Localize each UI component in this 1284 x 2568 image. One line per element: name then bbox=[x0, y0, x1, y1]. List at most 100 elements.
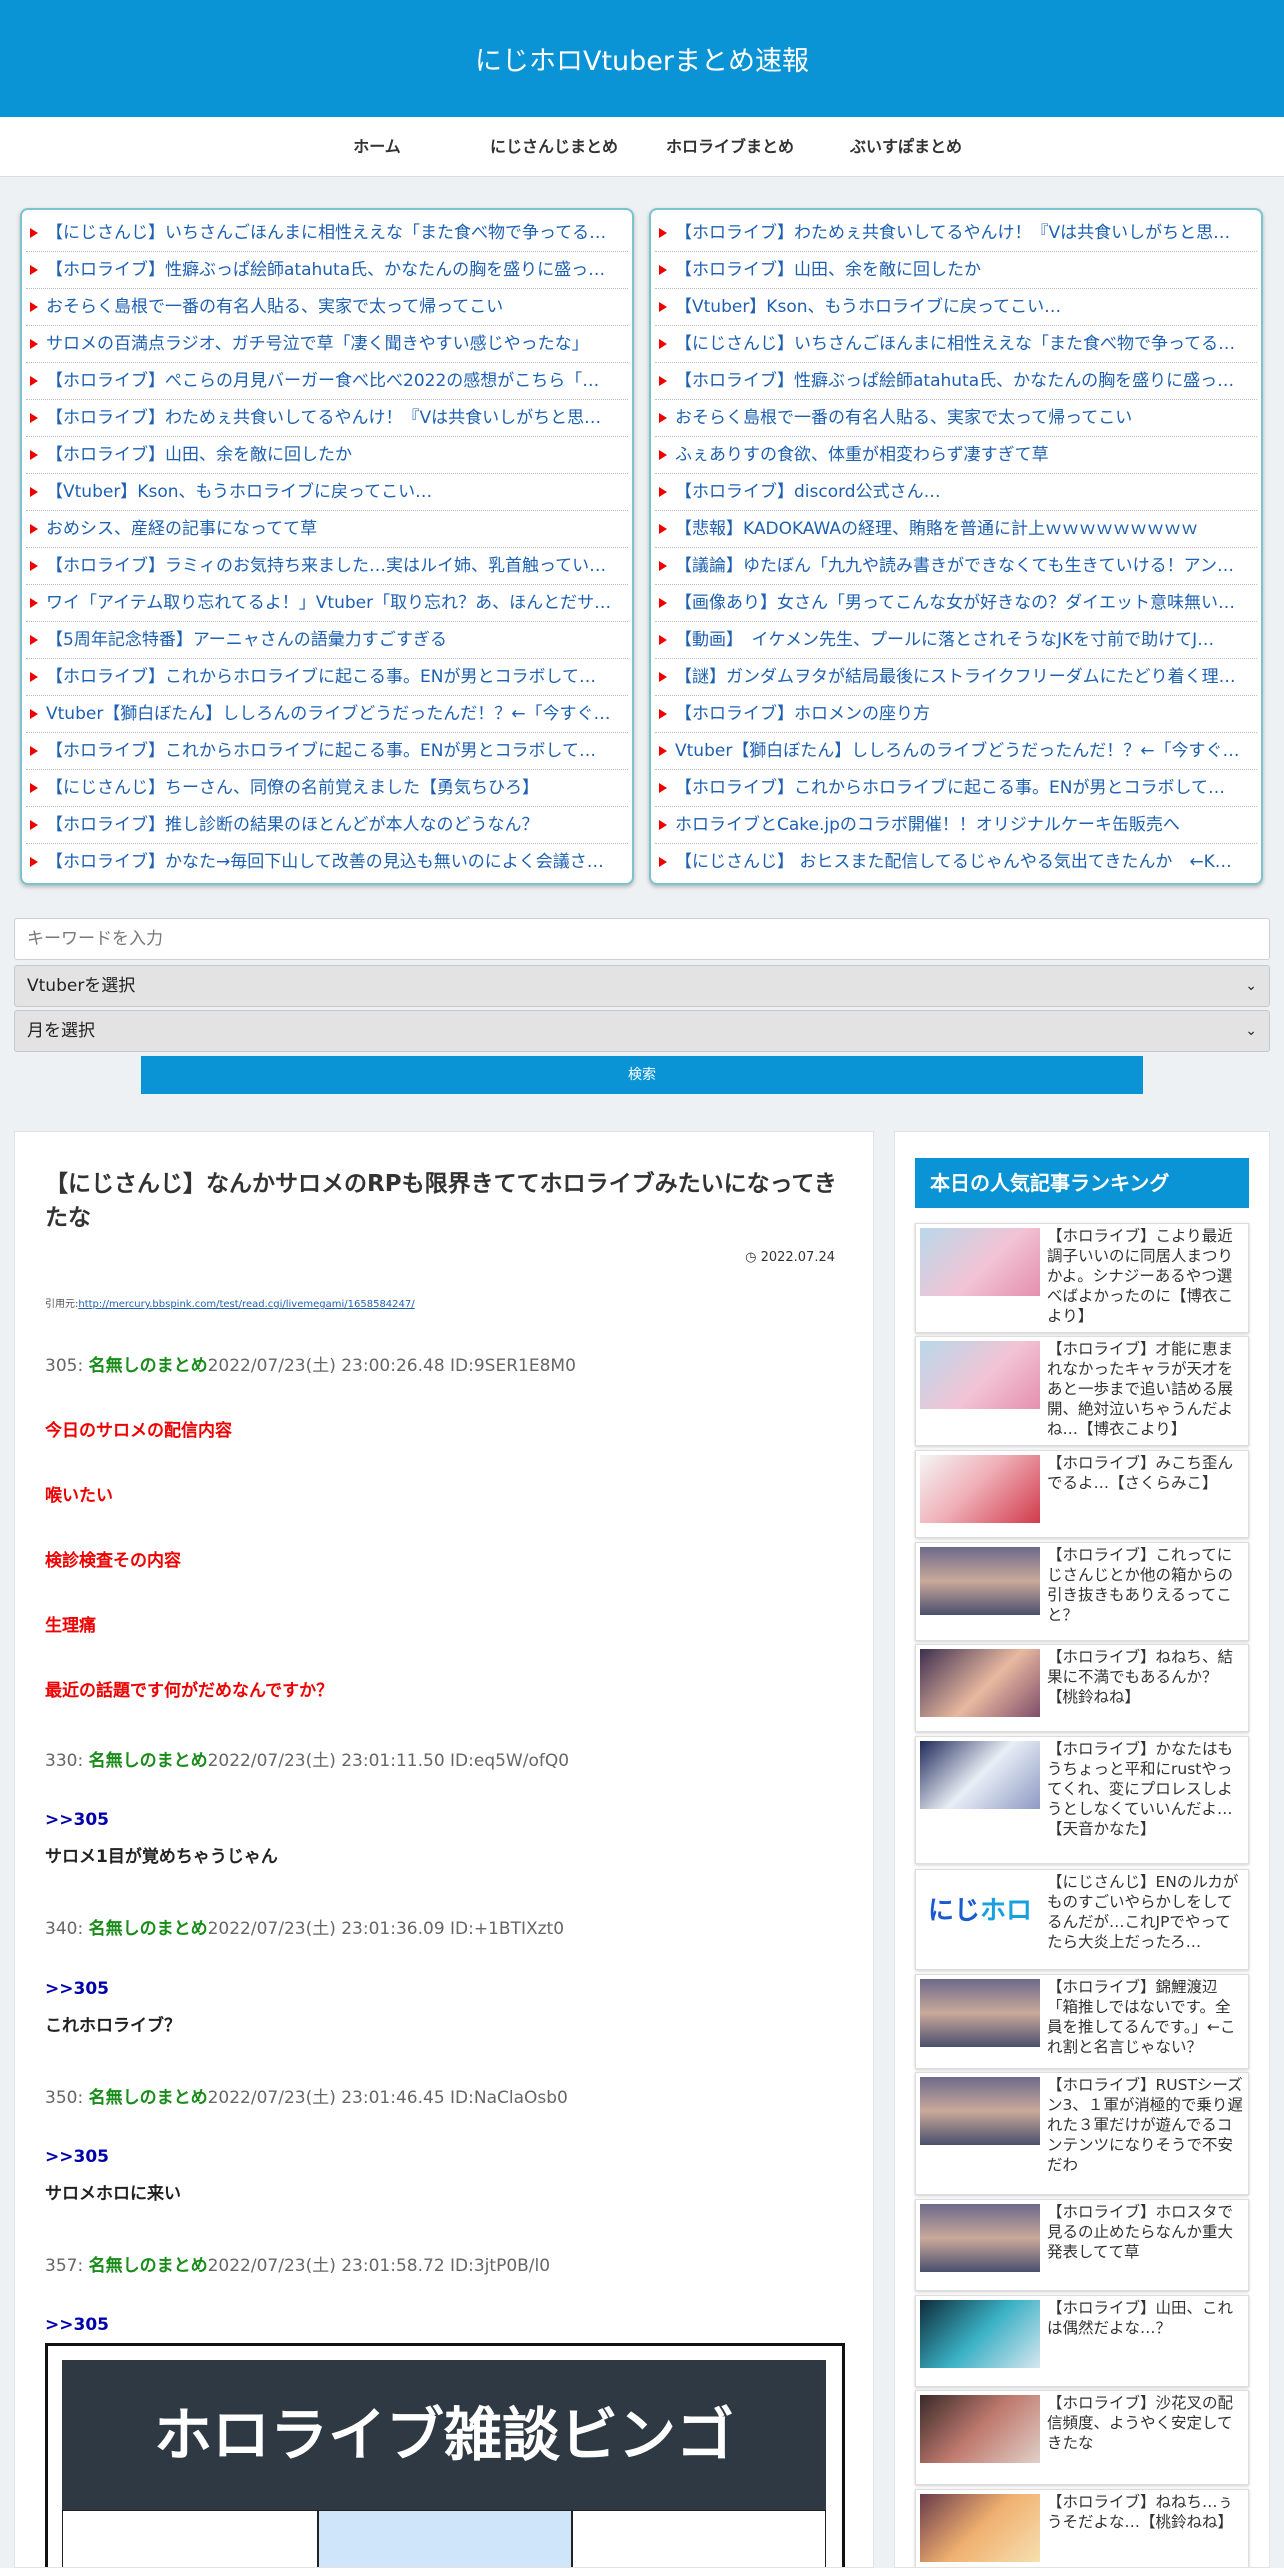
ranking-card[interactable]: 【ホロライブ】かなたはもうちょっと平和にrustやってくれ、変にプロレスしようと… bbox=[915, 1736, 1249, 1864]
month-select-value: 月を選択 bbox=[27, 1021, 95, 1041]
antenna-list-item[interactable]: 【にじさんじ】 おヒスまた配信してるじゃんやる気出てきたんか ←K… bbox=[655, 844, 1257, 881]
ranking-card[interactable]: 【ホロライブ】錦鯉渡辺「箱推しではないです。全員を推してるんです。」←これ割と名… bbox=[915, 1974, 1249, 2069]
antenna-list-item[interactable]: 【謎】ガンダムヲタが結局最後にストライクフリーダムにたどり着く理… bbox=[655, 659, 1257, 696]
ranking-card[interactable]: 【ホロライブ】才能に恵まれなかったキャラが天才をあと一歩まで追い詰める展開、絶対… bbox=[915, 1336, 1249, 1446]
site-header: にじホロVtuberまとめ速報 bbox=[0, 0, 1284, 117]
antenna-list-item[interactable]: 【ホロライブ】ホロメンの座り方 bbox=[655, 696, 1257, 733]
article-title: 【にじさんじ】なんかサロメのRPも限界きててホロライブみたいになってきたな bbox=[45, 1171, 837, 1231]
post-meta: 2022/07/23(土) 23:01:36.09 ID:+1BTIXzt0 bbox=[207, 1919, 565, 1939]
keyword-search-input[interactable] bbox=[14, 918, 1270, 960]
antenna-list-item[interactable]: 【にじさんじ】いちさんごほんまに相性ええな「また食べ物で争ってる… bbox=[655, 326, 1257, 363]
antenna-list-item[interactable]: ホロライブとCake.jpのコラボ開催！！オリジナルケーキ缶販売へ bbox=[655, 807, 1257, 844]
vtuber-select[interactable]: Vtuberを選択 ⌄ bbox=[14, 965, 1270, 1007]
nav-nijisanji[interactable]: にじさんじまとめ bbox=[490, 117, 618, 177]
post-number: 330: bbox=[45, 1751, 89, 1771]
antenna-list-item[interactable]: 【ホロライブ】これからホロライブに起こる事。ENが男とコラボして… bbox=[26, 659, 628, 696]
antenna-list-item[interactable]: 【ホロライブ】わためぇ共食いしてるやんけ！『Vは共食いしがちと思… bbox=[655, 215, 1257, 252]
ranking-card[interactable]: にじ ホロ 【にじさんじ】ENのルカがものすごいやらかしをしてるんだが…これJPでや… bbox=[915, 1869, 1249, 1970]
logo-text: にじ bbox=[927, 1895, 980, 1926]
antenna-list-item[interactable]: 【Vtuber】Kson、もうホロライブに戻ってこい… bbox=[26, 474, 628, 511]
antenna-list-item[interactable]: 【ホロライブ】ラミィのお気持ち来ました…実はルイ姉、乳首触ってい… bbox=[26, 548, 628, 585]
antenna-list-item[interactable]: 【ホロライブ】discord公式さん… bbox=[655, 474, 1257, 511]
ranking-thumbnail bbox=[920, 1228, 1040, 1296]
ranking-card-title: 【ホロライブ】みこち歪んでるよ…【さくらみこ】 bbox=[1047, 1454, 1234, 1492]
antenna-list-item[interactable]: 【Vtuber】Kson、もうホロライブに戻ってこい… bbox=[655, 289, 1257, 326]
sidebar: 本日の人気記事ランキング 【ホロライブ】こより最近調子いいのに同居人まつりかよ。… bbox=[894, 1131, 1270, 2568]
nav-home[interactable]: ホーム bbox=[353, 117, 401, 177]
site-title[interactable]: にじホロVtuberまとめ速報 bbox=[475, 39, 809, 78]
antenna-list-item[interactable]: ワイ「アイテム取り忘れてるよ！」Vtuber「取り忘れ？あ、ほんとだサ… bbox=[26, 585, 628, 622]
ranking-thumbnail bbox=[920, 1341, 1040, 1409]
ranking-card[interactable]: 【ホロライブ】こより最近調子いいのに同居人まつりかよ。シナジーあるやつ選べばよか… bbox=[915, 1223, 1249, 1333]
antenna-list-item[interactable]: Vtuber【獅白ぼたん】ししろんのライブどうだったんだ！？←「今すぐ… bbox=[26, 696, 628, 733]
antenna-list-item[interactable]: 【ホロライブ】ぺこらの月見バーガー食べ比べ2022の感想がこちら「… bbox=[26, 363, 628, 400]
nav-vspo[interactable]: ぶいすぽまとめ bbox=[850, 117, 962, 177]
bingo-board: ホロライブ雑談ビンゴ bbox=[62, 2360, 826, 2567]
bingo-cell bbox=[572, 2510, 826, 2567]
antenna-list-item[interactable]: 【ホロライブ】かなた→毎回下山して改善の見込も無いのによく会議さ… bbox=[26, 844, 628, 881]
ranking-card-title: 【ホロライブ】錦鯉渡辺「箱推しではないです。全員を推してるんです。」←これ割と名… bbox=[1047, 1978, 1236, 2056]
ranking-card[interactable]: 【ホロライブ】ホロスタで見るの止めたらなんか重大発表してて草 bbox=[915, 2199, 1249, 2291]
ranking-card[interactable]: 【ホロライブ】沙花叉の配信頻度、ようやく安定してきたな bbox=[915, 2390, 1249, 2485]
article-main: 【にじさんじ】なんかサロメのRPも限界きててホロライブみたいになってきたな ◷ … bbox=[14, 1131, 874, 2568]
ranking-card-title: 【ホロライブ】かなたはもうちょっと平和にrustやってくれ、変にプロレスしようと… bbox=[1047, 1740, 1234, 1838]
article-date-text: 2022.07.24 bbox=[760, 1250, 835, 1265]
month-select[interactable]: 月を選択 ⌄ bbox=[14, 1010, 1270, 1052]
source-citation: 引用元:http://mercury.bbspink.com/test/read… bbox=[45, 1295, 415, 1310]
global-nav: ホーム にじさんじまとめ ホロライブまとめ ぶいすぽまとめ bbox=[0, 117, 1284, 177]
ranking-card[interactable]: 【ホロライブ】みこち歪んでるよ…【さくらみこ】 bbox=[915, 1450, 1249, 1538]
antenna-list-item[interactable]: おそらく島根で一番の有名人貼る、実家で太って帰ってこい bbox=[655, 400, 1257, 437]
antenna-list-item[interactable]: 【ホロライブ】性癖ぶっぱ絵師atahuta氏、かなたんの胸を盛りに盛っ… bbox=[26, 252, 628, 289]
ranking-thumbnail bbox=[920, 1547, 1040, 1615]
ranking-card[interactable]: 【ホロライブ】ねねち…ぅうそだよな…【桃鈴ねね】 bbox=[915, 2489, 1249, 2567]
reply-anchor[interactable]: >>305 bbox=[45, 2315, 109, 2335]
antenna-list-item[interactable]: 【ホロライブ】山田、余を敵に回したか bbox=[26, 437, 628, 474]
source-link[interactable]: http://mercury.bbspink.com/test/read.cgi… bbox=[78, 1299, 414, 1310]
ranking-card[interactable]: 【ホロライブ】RUSTシーズン3、１軍が消極的で乗り遅れた３軍だけが遊んでるコン… bbox=[915, 2072, 1249, 2195]
ranking-card[interactable]: 【ホロライブ】これってにじさんじとか他の箱からの引き抜きもありえるってこと？ bbox=[915, 1542, 1249, 1641]
antenna-list-item[interactable]: ふぇありすの食欲、体重が相変わらず凄すぎて草 bbox=[655, 437, 1257, 474]
antenna-list-item[interactable]: サロメの百満点ラジオ、ガチ号泣で草「凄く聞きやすい感じやったな」 bbox=[26, 326, 628, 363]
antenna-list-right: 【ホロライブ】わためぇ共食いしてるやんけ！『Vは共食いしがちと思… 【ホロライブ】… bbox=[649, 208, 1263, 885]
article-date: ◷ 2022.07.24 bbox=[745, 1250, 835, 1265]
reply-anchor[interactable]: >>305 bbox=[45, 2147, 109, 2167]
post-body-line: 生理痛 bbox=[45, 1616, 96, 1636]
antenna-list-item[interactable]: 【5周年記念特番】アーニャさんの語彙力すごすぎる bbox=[26, 622, 628, 659]
antenna-list-item[interactable]: おそらく島根で一番の有名人貼る、実家で太って帰ってこい bbox=[26, 289, 628, 326]
antenna-list-item[interactable]: Vtuber【獅白ぼたん】ししろんのライブどうだったんだ！？←「今すぐ… bbox=[655, 733, 1257, 770]
ranking-card[interactable]: 【ホロライブ】山田、これは偶然だよな…？ bbox=[915, 2295, 1249, 2387]
antenna-list-item[interactable]: 【ホロライブ】推し診断の結果のほとんどが本人なのどうなん？ bbox=[26, 807, 628, 844]
ranking-thumbnail: にじ ホロ bbox=[920, 1874, 1040, 1942]
reply-anchor[interactable]: >>305 bbox=[45, 1979, 109, 1999]
search-button[interactable]: 検索 bbox=[141, 1056, 1143, 1094]
antenna-list-item[interactable]: 【にじさんじ】いちさんごほんまに相性ええな「また食べ物で争ってる… bbox=[26, 215, 628, 252]
clock-icon: ◷ bbox=[745, 1250, 757, 1265]
post-body: サロメホロに来い bbox=[45, 2184, 181, 2204]
post-number: 305: bbox=[45, 1356, 89, 1376]
antenna-list-item[interactable]: 【にじさんじ】ちーさん、同僚の名前覚えました【勇気ちひろ】 bbox=[26, 770, 628, 807]
ranking-card-title: 【ホロライブ】ねねち…ぅうそだよな…【桃鈴ねね】 bbox=[1047, 2493, 1234, 2531]
poster-name: 名無しのまとめ bbox=[88, 2088, 208, 2108]
post-number: 357: bbox=[45, 2256, 89, 2276]
post-header: 350: 名無しのまとめ2022/07/23(土) 23:01:46.45 ID… bbox=[45, 2083, 568, 2108]
antenna-list-item[interactable]: 【悲報】KADOKAWAの経理、賄賂を普通に計上ｗｗｗｗｗｗｗｗｗ bbox=[655, 511, 1257, 548]
ranking-thumbnail bbox=[920, 2077, 1040, 2145]
antenna-list-item[interactable]: 【議論】ゆたぼん「九九や読み書きができなくても生きていける！アン… bbox=[655, 548, 1257, 585]
antenna-list-item[interactable]: 【ホロライブ】これからホロライブに起こる事。ENが男とコラボして… bbox=[26, 733, 628, 770]
antenna-list-item[interactable]: 【画像あり】女さん「男ってこんな女が好きなの？ダイエット意味無い… bbox=[655, 585, 1257, 622]
nav-hololive[interactable]: ホロライブまとめ bbox=[666, 117, 794, 177]
bingo-title: ホロライブ雑談ビンゴ bbox=[153, 2401, 734, 2469]
antenna-list-item[interactable]: 【動画】 イケメン先生、プールに落とされそうなJKを寸前で助けてJ… bbox=[655, 622, 1257, 659]
post-number: 350: bbox=[45, 2088, 89, 2108]
antenna-list-item[interactable]: 【ホロライブ】わためぇ共食いしてるやんけ！『Vは共食いしがちと思… bbox=[26, 400, 628, 437]
vtuber-select-value: Vtuberを選択 bbox=[27, 976, 136, 996]
reply-anchor[interactable]: >>305 bbox=[45, 1810, 109, 1830]
antenna-list-item[interactable]: 【ホロライブ】これからホロライブに起こる事。ENが男とコラボして… bbox=[655, 770, 1257, 807]
antenna-list-item[interactable]: 【ホロライブ】山田、余を敵に回したか bbox=[655, 252, 1257, 289]
antenna-list-item[interactable]: 【ホロライブ】性癖ぶっぱ絵師atahuta氏、かなたんの胸を盛りに盛っ… bbox=[655, 363, 1257, 400]
post-body-line: 検診検査その内容 bbox=[45, 1551, 181, 1571]
ranking-thumbnail bbox=[920, 1649, 1040, 1717]
ranking-card[interactable]: 【ホロライブ】ねねち、結果に不満でもあるんか？【桃鈴ねね】 bbox=[915, 1644, 1249, 1732]
ranking-card-title: 【ホロライブ】山田、これは偶然だよな…？ bbox=[1047, 2299, 1234, 2337]
antenna-list-item[interactable]: おめシス、産経の記事になってて草 bbox=[26, 511, 628, 548]
